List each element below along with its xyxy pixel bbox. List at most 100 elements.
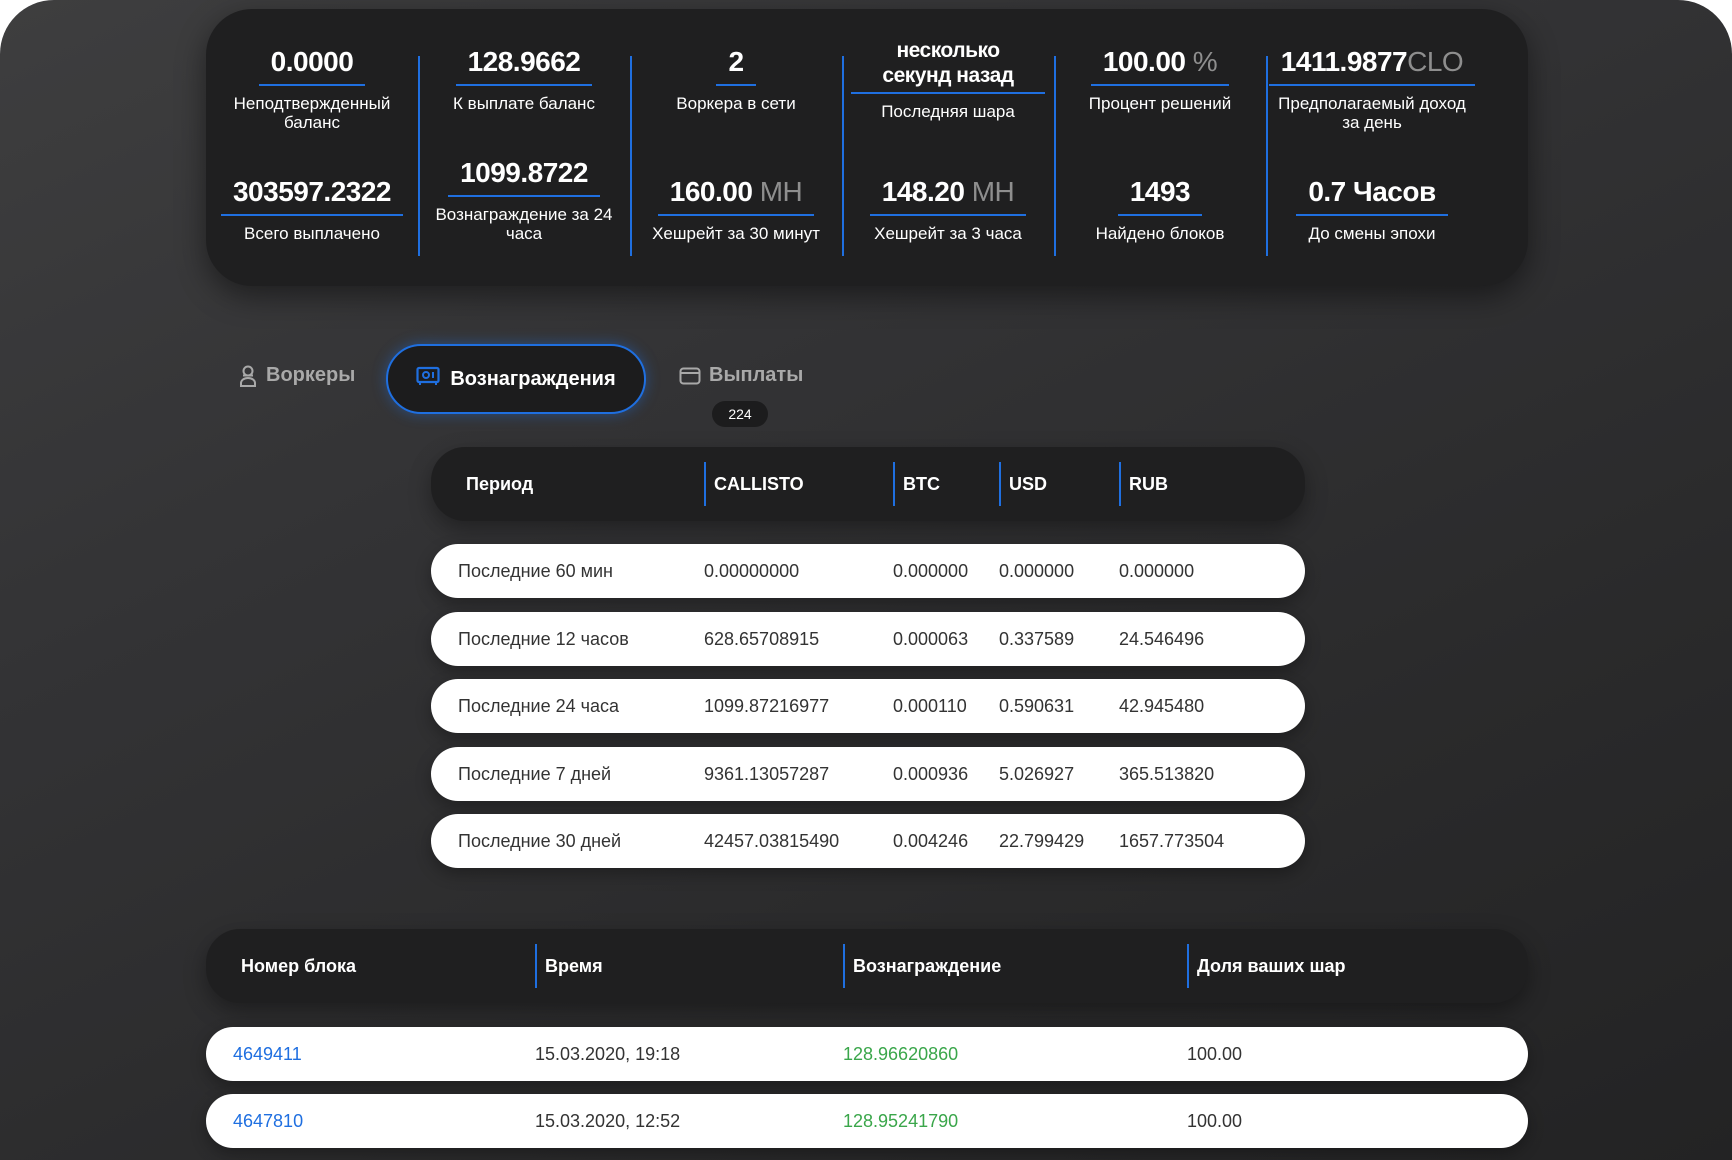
tab-label: Вознаграждения xyxy=(450,367,616,390)
btc-cell: 0.000110 xyxy=(893,695,967,716)
stat-label: Вознаграждение за 24 часа xyxy=(435,205,613,243)
hashrate-30m-stat: 160.00 MH Хешрейт за 30 минут xyxy=(630,176,842,243)
stats-column-3: 2 Воркера в сети 160.00 MH Хешрейт за 30… xyxy=(630,46,842,258)
block-number-link[interactable]: 4649411 xyxy=(233,1027,302,1081)
payable-balance-stat: 128.9662 К выплате баланс xyxy=(418,46,630,113)
last-share-stat: несколько секунд назад Последняя шара xyxy=(842,38,1054,121)
reward-24h-stat: 1099.8722 Вознаграждение за 24 часа xyxy=(418,157,630,243)
stat-value: 148.20 xyxy=(881,176,965,207)
stat-label: Последняя шара xyxy=(881,102,1015,121)
rub-cell: 24.546496 xyxy=(1119,628,1205,649)
tab-label: Воркеры xyxy=(266,364,356,386)
callisto-cell: 0.00000000 xyxy=(704,560,800,581)
table-row: Последние 12 часов 628.65708915 0.000063… xyxy=(431,612,1305,666)
rub-cell: 42.945480 xyxy=(1119,695,1205,716)
solve-percent-stat: 100.00 % Процент решений xyxy=(1054,46,1266,113)
share-cell: 100.00 xyxy=(1187,1043,1243,1064)
stat-value: 160.00 xyxy=(669,176,753,207)
column-header-period: Период xyxy=(466,473,534,494)
time-cell: 15.03.2020, 12:52 xyxy=(535,1110,681,1131)
usd-cell: 0.000000 xyxy=(999,560,1075,581)
rewards-table-header: Период CALLISTO BTC USD RUB xyxy=(431,447,1305,521)
stat-value: 1493 xyxy=(1129,176,1191,207)
stat-value: 0.0000 xyxy=(270,46,354,77)
usd-cell: 0.337589 xyxy=(999,628,1075,649)
column-header-callisto: CALLISTO xyxy=(704,447,804,521)
tab-rewards[interactable]: Вознаграждения xyxy=(386,344,646,414)
callisto-cell: 1099.87216977 xyxy=(704,695,830,716)
stat-value: 1411.9877 xyxy=(1280,46,1408,77)
column-header-share: Доля ваших шар xyxy=(1187,929,1345,1003)
stat-unit: MH xyxy=(759,176,803,207)
stat-unit: % xyxy=(1192,46,1218,77)
stat-unit: CLO xyxy=(1407,46,1464,77)
column-header-time: Время xyxy=(535,929,603,1003)
stat-value: 128.9662 xyxy=(467,46,581,77)
rub-cell: 1657.773504 xyxy=(1119,830,1225,851)
stat-value: 303597.2322 xyxy=(232,176,392,207)
unconfirmed-balance-stat: 0.0000 Неподтвержденный баланс xyxy=(206,46,418,132)
btc-cell: 0.000000 xyxy=(893,560,969,581)
column-header-btc: BTC xyxy=(893,447,940,521)
stat-label: Предполагаемый доход за день xyxy=(1278,94,1466,132)
btc-cell: 0.000936 xyxy=(893,763,969,784)
time-cell: 15.03.2020, 19:18 xyxy=(535,1043,681,1064)
rub-cell: 0.000000 xyxy=(1119,560,1195,581)
usd-cell: 0.590631 xyxy=(999,695,1075,716)
table-row: 4647810 15.03.2020, 12:52 128.95241790 1… xyxy=(206,1094,1528,1148)
btc-cell: 0.004246 xyxy=(893,830,969,851)
stat-value: 100.00 xyxy=(1102,46,1186,77)
tab-workers[interactable]: Воркеры xyxy=(238,364,355,387)
callisto-cell: 9361.13057287 xyxy=(704,763,830,784)
share-cell: 100.00 xyxy=(1187,1110,1243,1131)
stats-column-1: 0.0000 Неподтвержденный баланс 303597.23… xyxy=(206,46,418,258)
stat-value: 2 xyxy=(728,46,744,77)
stat-value: 0.7 Часов xyxy=(1308,176,1436,207)
stat-label: Хешрейт за 3 часа xyxy=(874,224,1022,243)
hashrate-3h-stat: 148.20 MH Хешрейт за 3 часа xyxy=(842,176,1054,243)
stats-column-6: 1411.9877CLO Предполагаемый доход за ден… xyxy=(1266,46,1478,258)
period-cell: Последние 60 мин xyxy=(458,560,613,581)
period-cell: Последние 24 часа xyxy=(458,695,619,716)
stat-value: несколько секунд назад xyxy=(882,39,1014,87)
column-header-reward: Вознаграждение xyxy=(843,929,1001,1003)
stat-label: Воркера в сети xyxy=(676,94,796,113)
total-paid-stat: 303597.2322 Всего выплачено xyxy=(206,176,418,243)
stat-value: 1099.8722 xyxy=(460,157,588,188)
stat-label: К выплате баланс xyxy=(453,94,595,113)
period-cell: Последние 12 часов xyxy=(458,628,629,649)
period-cell: Последние 30 дней xyxy=(458,830,622,851)
stat-label: Процент решений xyxy=(1088,94,1232,113)
table-row: 4649411 15.03.2020, 19:18 128.96620860 1… xyxy=(206,1027,1528,1081)
stats-column-4: несколько секунд назад Последняя шара 14… xyxy=(842,39,1054,258)
tab-label: Выплаты xyxy=(709,364,804,386)
usd-cell: 5.026927 xyxy=(999,763,1075,784)
stat-label: До смены эпохи xyxy=(1308,224,1436,243)
stats-column-5: 100.00 % Процент решений 1493 Найдено бл… xyxy=(1054,46,1266,258)
usd-cell: 22.799429 xyxy=(999,830,1085,851)
column-header-block-number: Номер блока xyxy=(241,955,356,976)
blocks-table-header: Номер блока Время Вознаграждение Доля ва… xyxy=(206,929,1528,1003)
btc-cell: 0.000063 xyxy=(893,628,969,649)
estimated-income-stat: 1411.9877CLO Предполагаемый доход за ден… xyxy=(1266,46,1478,132)
callisto-cell: 42457.03815490 xyxy=(704,830,840,851)
table-row: Последние 24 часа 1099.87216977 0.000110… xyxy=(431,679,1305,733)
column-header-usd: USD xyxy=(999,447,1047,521)
block-number-link[interactable]: 4647810 xyxy=(233,1094,303,1148)
stat-label: Найдено блоков xyxy=(1095,224,1225,243)
column-header-rub: RUB xyxy=(1119,447,1168,521)
worker-icon xyxy=(238,365,258,387)
workers-online-stat: 2 Воркера в сети xyxy=(630,46,842,113)
callisto-cell: 628.65708915 xyxy=(704,628,820,649)
epoch-change-stat: 0.7 Часов До смены эпохи xyxy=(1266,176,1478,243)
stats-panel: 0.0000 Неподтвержденный баланс 303597.23… xyxy=(206,9,1528,286)
tab-payouts[interactable]: Выплаты xyxy=(679,364,803,387)
payouts-count-badge: 224 xyxy=(712,401,768,427)
stats-column-2: 128.9662 К выплате баланс 1099.8722 Возн… xyxy=(418,46,630,258)
table-row: Последние 7 дней 9361.13057287 0.000936 … xyxy=(431,747,1305,801)
safe-icon xyxy=(416,366,440,392)
stat-unit: MH xyxy=(971,176,1015,207)
reward-cell: 128.95241790 xyxy=(843,1110,959,1131)
rub-cell: 365.513820 xyxy=(1119,763,1215,784)
blocks-found-stat: 1493 Найдено блоков xyxy=(1054,176,1266,243)
